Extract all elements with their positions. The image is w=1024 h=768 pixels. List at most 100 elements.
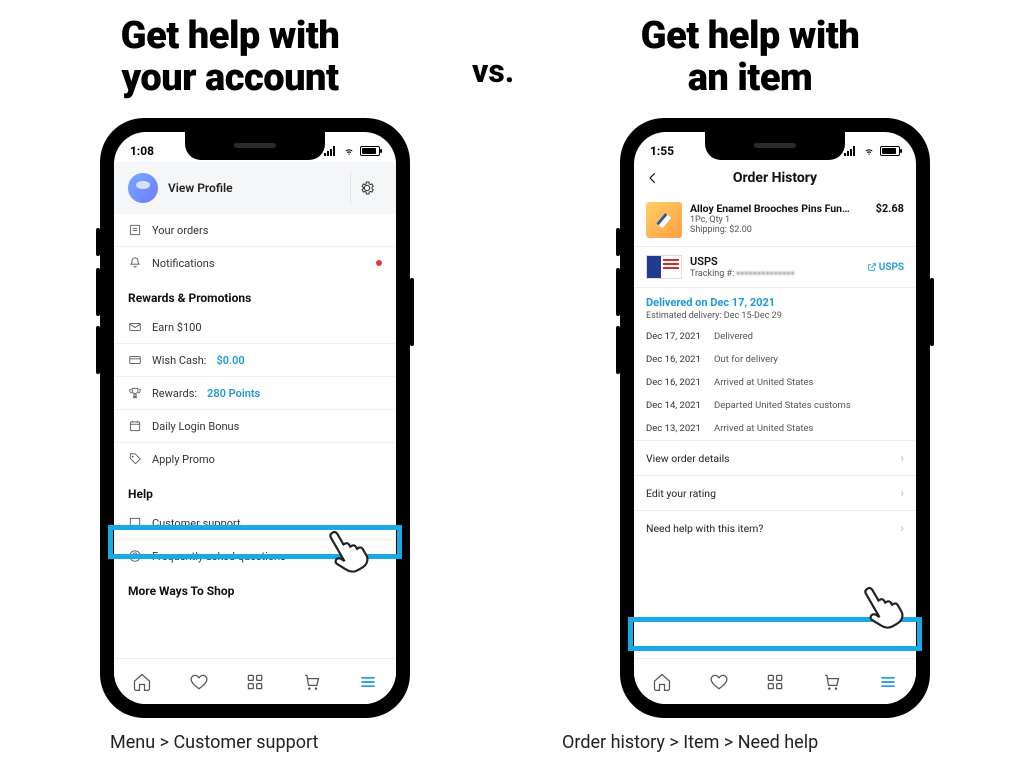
right-heading-line1: Get help with bbox=[580, 16, 920, 58]
avatar bbox=[128, 173, 158, 203]
timeline-row: Dec 13, 2021 Arrived at United States bbox=[634, 417, 916, 440]
cart-icon[interactable] bbox=[821, 672, 841, 692]
more-section-title: More Ways To Shop bbox=[114, 572, 396, 604]
list-icon bbox=[128, 223, 142, 237]
tag-icon bbox=[128, 452, 142, 466]
trophy-icon bbox=[128, 386, 142, 400]
chevron-right-icon: › bbox=[900, 486, 904, 500]
battery-icon bbox=[360, 146, 380, 156]
cart-icon[interactable] bbox=[301, 672, 321, 692]
timeline-date: Dec 13, 2021 bbox=[646, 423, 704, 434]
carrier-name: USPS bbox=[690, 255, 795, 268]
settings-button[interactable] bbox=[350, 172, 382, 204]
timeline-row: Dec 16, 2021 Out for delivery bbox=[634, 348, 916, 371]
rewards-row[interactable]: Rewards: 280 Points bbox=[114, 377, 396, 410]
edit-rating-row[interactable]: Edit your rating › bbox=[634, 475, 916, 510]
timeline-status: Out for delivery bbox=[714, 354, 778, 365]
item-qty: 1Pc, Qty 1 bbox=[690, 215, 868, 225]
timeline-date: Dec 16, 2021 bbox=[646, 377, 704, 388]
wifi-icon bbox=[862, 146, 876, 156]
bell-icon bbox=[128, 256, 142, 270]
wish-cash-label: Wish Cash: bbox=[152, 354, 206, 367]
phone-left-screen: 1:08 View Profile Yo bbox=[114, 132, 396, 704]
need-help-row[interactable]: Need help with this item? › bbox=[634, 510, 916, 545]
view-order-details-row[interactable]: View order details › bbox=[634, 440, 916, 475]
right-breadcrumb: Order history > Item > Need help bbox=[562, 732, 818, 753]
carrier-link[interactable]: USPS bbox=[867, 262, 904, 273]
timeline-row: Dec 16, 2021 Arrived at United States bbox=[634, 371, 916, 394]
delivery-block: Delivered on Dec 17, 2021 Estimated deli… bbox=[634, 288, 916, 325]
timeline-date: Dec 14, 2021 bbox=[646, 400, 704, 411]
right-heading: Get help with an item bbox=[580, 16, 920, 100]
order-item[interactable]: Alloy Enamel Brooches Pins Fun… 1Pc, Qty… bbox=[634, 194, 916, 247]
view-profile-button[interactable]: View Profile bbox=[128, 173, 233, 203]
timeline-status: Arrived at United States bbox=[714, 423, 813, 434]
bottom-nav bbox=[634, 658, 916, 704]
chevron-right-icon: › bbox=[900, 521, 904, 535]
tracking-label: Tracking #: bbox=[690, 269, 734, 279]
right-heading-line2: an item bbox=[580, 58, 920, 100]
rewards-section-title: Rewards & Promotions bbox=[114, 279, 396, 311]
your-orders-row[interactable]: Your orders bbox=[114, 214, 396, 247]
chevron-right-icon: › bbox=[900, 451, 904, 465]
apply-promo-label: Apply Promo bbox=[152, 453, 215, 466]
rewards-label: Rewards: bbox=[152, 387, 197, 400]
wifi-icon bbox=[342, 146, 356, 156]
item-name: Alloy Enamel Brooches Pins Fun… bbox=[690, 202, 868, 215]
notifications-row[interactable]: Notifications bbox=[114, 247, 396, 279]
calendar-icon bbox=[128, 419, 142, 433]
question-icon bbox=[128, 549, 142, 563]
help-section-title: Help bbox=[114, 475, 396, 507]
external-link-icon bbox=[867, 262, 877, 272]
wish-cash-value: $0.00 bbox=[216, 354, 244, 367]
title-bar: Order History bbox=[634, 162, 916, 194]
profile-bar: View Profile bbox=[114, 162, 396, 214]
left-breadcrumb: Menu > Customer support bbox=[110, 732, 318, 753]
back-icon[interactable] bbox=[646, 171, 660, 185]
daily-login-row[interactable]: Daily Login Bonus bbox=[114, 410, 396, 443]
faq-label: Frequently asked questions bbox=[152, 550, 286, 563]
gear-icon bbox=[359, 180, 375, 196]
signal-icon bbox=[324, 146, 338, 156]
rewards-value: 280 Points bbox=[207, 387, 260, 400]
notification-badge bbox=[376, 260, 382, 266]
item-price: $2.68 bbox=[876, 202, 904, 238]
need-help-label: Need help with this item? bbox=[646, 522, 763, 535]
menu-icon[interactable] bbox=[878, 672, 898, 692]
home-icon[interactable] bbox=[132, 672, 152, 692]
left-heading-line2: your account bbox=[60, 58, 400, 100]
view-order-details-label: View order details bbox=[646, 452, 730, 465]
your-orders-label: Your orders bbox=[152, 224, 208, 237]
heart-icon[interactable] bbox=[189, 672, 209, 692]
bottom-nav bbox=[114, 658, 396, 704]
pointer-hand-icon bbox=[855, 576, 911, 632]
grid-icon[interactable] bbox=[245, 672, 265, 692]
timeline-date: Dec 16, 2021 bbox=[646, 354, 704, 365]
signal-icon bbox=[844, 146, 858, 156]
battery-icon bbox=[880, 146, 900, 156]
menu-icon[interactable] bbox=[358, 672, 378, 692]
chat-icon bbox=[128, 516, 142, 530]
timeline-status: Departed United States customs bbox=[714, 400, 851, 411]
timeline-row: Dec 17, 2021 Delivered bbox=[634, 325, 916, 348]
view-profile-label: View Profile bbox=[168, 181, 233, 195]
daily-login-label: Daily Login Bonus bbox=[152, 420, 239, 433]
timeline-row: Dec 14, 2021 Departed United States cust… bbox=[634, 394, 916, 417]
heart-icon[interactable] bbox=[709, 672, 729, 692]
item-shipping: Shipping: $2.00 bbox=[690, 225, 868, 235]
status-icons bbox=[324, 146, 380, 156]
item-thumbnail bbox=[646, 202, 682, 238]
pointer-hand-icon bbox=[320, 520, 376, 576]
vs-label: vs. bbox=[472, 52, 514, 90]
apply-promo-row[interactable]: Apply Promo bbox=[114, 443, 396, 475]
edit-rating-label: Edit your rating bbox=[646, 487, 716, 500]
notifications-label: Notifications bbox=[152, 257, 215, 270]
earn-label: Earn $100 bbox=[152, 321, 202, 334]
wish-cash-row[interactable]: Wish Cash: $0.00 bbox=[114, 344, 396, 377]
status-time: 1:08 bbox=[130, 144, 154, 158]
grid-icon[interactable] bbox=[765, 672, 785, 692]
home-icon[interactable] bbox=[652, 672, 672, 692]
page-title: Order History bbox=[733, 170, 817, 186]
carrier-row[interactable]: USPS Tracking #: ▪▪▪▪▪▪▪▪▪▪▪▪▪▪ USPS bbox=[634, 247, 916, 288]
earn-row[interactable]: Earn $100 bbox=[114, 311, 396, 344]
